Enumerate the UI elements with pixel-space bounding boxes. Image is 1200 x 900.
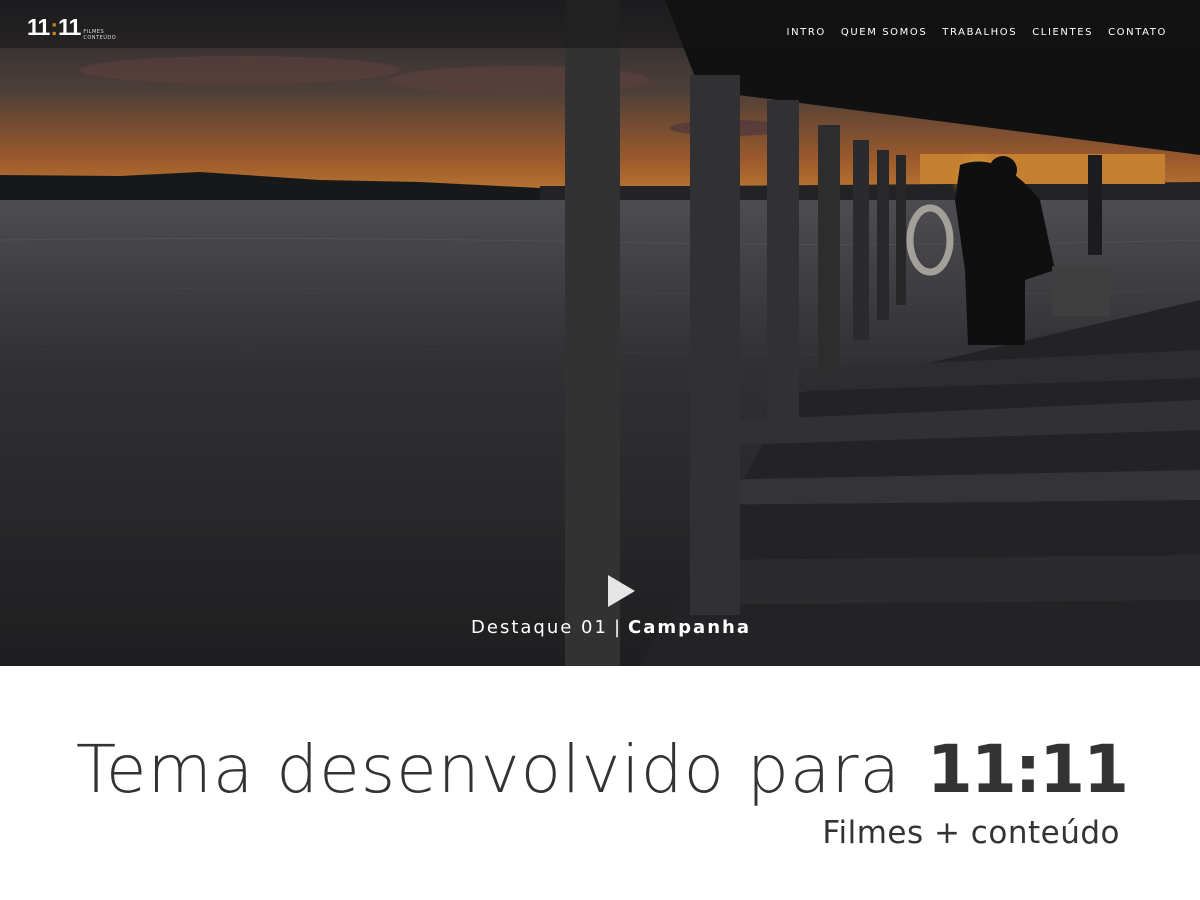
logo-tagline: FILMES CONTEÚDO [83, 29, 116, 41]
nav-item-clientes[interactable]: CLIENTES [1032, 27, 1093, 38]
hero-video-banner: 11:11 FILMES CONTEÚDO INTRO QUEM SOMOS T… [0, 0, 1200, 666]
logo-number-right: 11 [58, 14, 81, 40]
top-navigation-bar: 11:11 FILMES CONTEÚDO INTRO QUEM SOMOS T… [0, 0, 1200, 48]
play-icon[interactable] [606, 574, 636, 608]
nav-item-quem-somos[interactable]: QUEM SOMOS [841, 27, 927, 38]
promo-title-brand: 11:11 [926, 731, 1129, 808]
nav-item-trabalhos[interactable]: TRABALHOS [942, 27, 1017, 38]
logo[interactable]: 11:11 FILMES CONTEÚDO [27, 14, 116, 41]
logo-colon: : [50, 14, 58, 40]
nav-item-intro[interactable]: INTRO [787, 27, 826, 38]
promo-title: Tema desenvolvido para 11:11 [75, 725, 1129, 815]
promo-title-text: Tema desenvolvido para [75, 731, 901, 808]
main-menu: INTRO QUEM SOMOS TRABALHOS CLIENTES CONT… [787, 27, 1167, 38]
logo-tagline-line2: CONTEÚDO [83, 35, 117, 41]
nav-item-contato[interactable]: CONTATO [1108, 27, 1167, 38]
promo-subtitle: Filmes + conteúdo [822, 815, 1120, 851]
caption-separator: | [613, 617, 623, 638]
caption-category: Campanha [628, 617, 751, 638]
logo-number-left: 11 [27, 14, 50, 40]
featured-video-caption[interactable]: Destaque 01 | Campanha [0, 617, 1200, 638]
logo-mark: 11:11 [27, 14, 81, 40]
caption-prefix: Destaque 01 [471, 617, 608, 638]
hero-background-image [0, 0, 1200, 666]
